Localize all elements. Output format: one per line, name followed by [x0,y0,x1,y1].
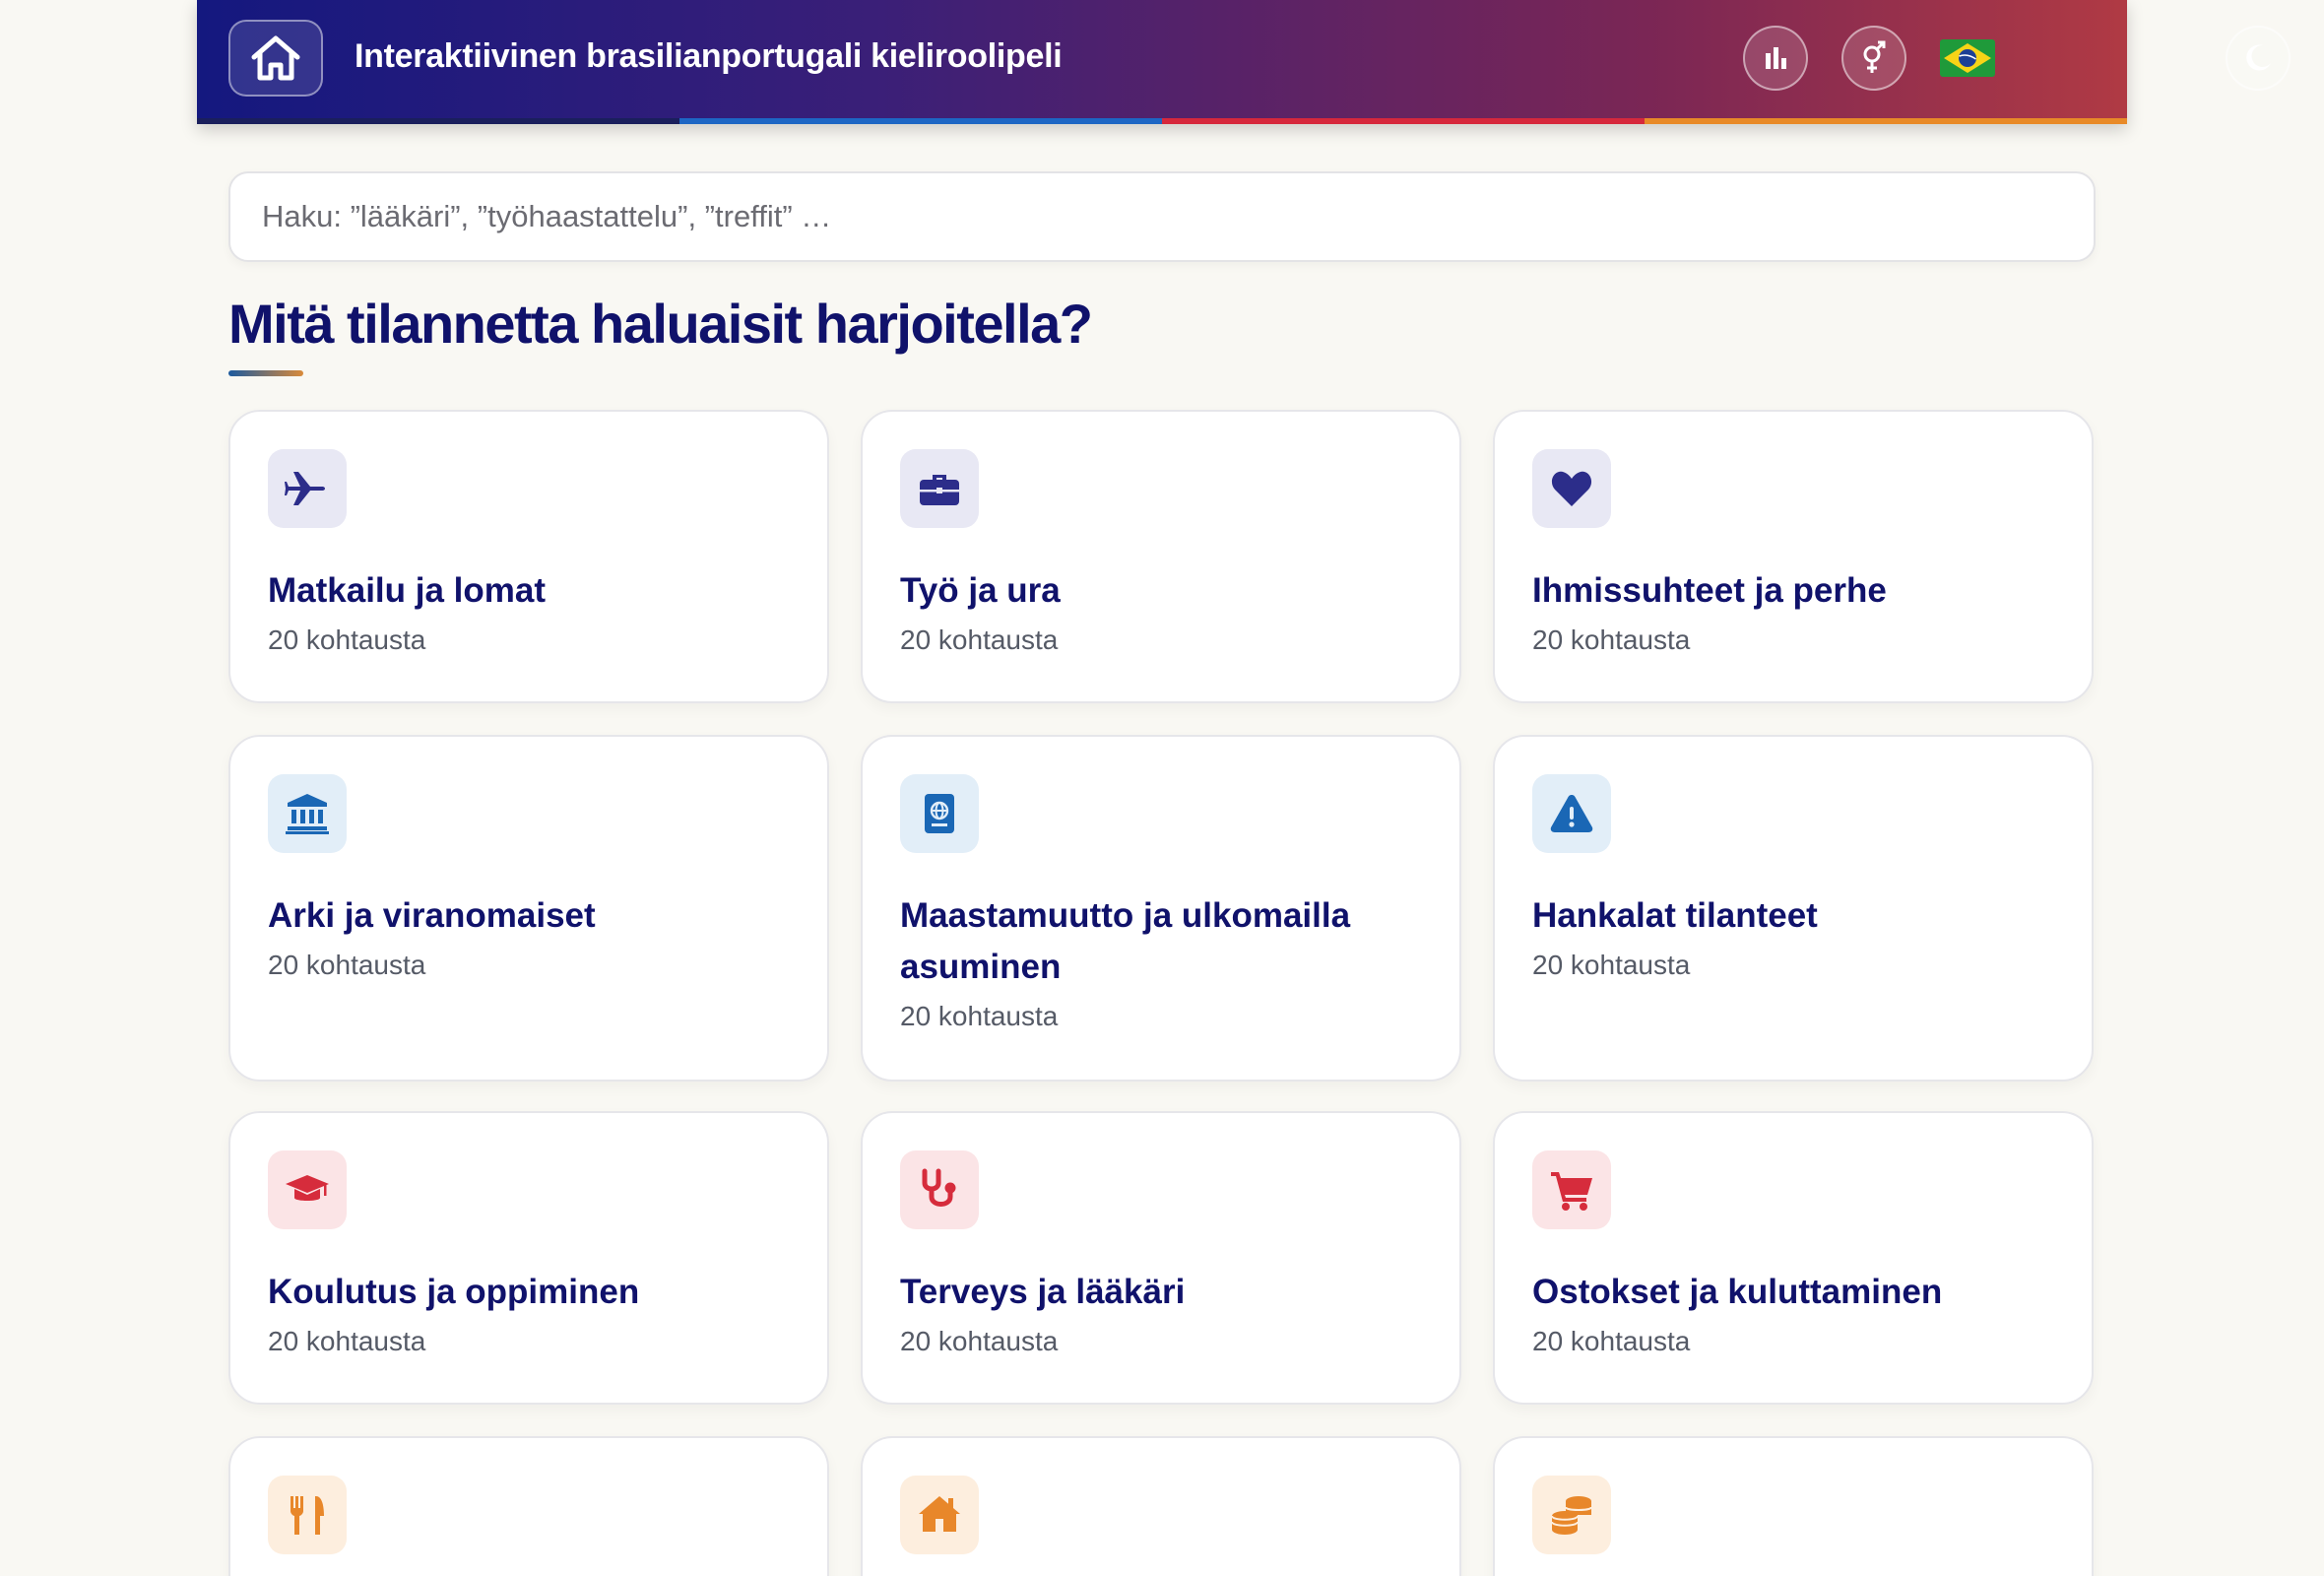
category-count: 20 kohtausta [268,624,426,655]
gender-symbol-icon [1863,40,1886,73]
briefcase-icon [900,449,979,528]
category-card[interactable]: Ihmissuhteet ja perhe 20 kohtausta [1493,410,2094,703]
category-count: 20 kohtausta [1532,950,1691,980]
home-icon [251,35,300,81]
search-input[interactable] [228,171,2096,262]
category-title: Koulutus ja oppiminen [268,1273,640,1311]
heart-icon [1532,449,1611,528]
category-count: 20 kohtausta [900,624,1059,655]
stethoscope-icon [900,1150,979,1229]
category-title: Matkailu ja lomat [268,571,547,610]
brazil-flag-icon[interactable] [1940,39,1995,77]
bar-chart-icon [1766,47,1786,69]
page-title: Mitä tilannetta haluaisit harjoitella? [228,293,1093,355]
airplane-icon [268,449,347,528]
category-count: 20 kohtausta [1532,624,1691,655]
shopping-cart-icon [1532,1150,1611,1229]
category-count: 20 kohtausta [268,950,426,980]
category-card[interactable]: Terveys ja lääkäri 20 kohtausta [861,1111,1461,1405]
category-card[interactable]: Työ ja ura 20 kohtausta [861,410,1461,703]
title-underline [228,370,303,376]
category-title: Terveys ja lääkäri [900,1273,1186,1311]
category-card[interactable] [1493,1436,2094,1576]
passport-icon [900,774,979,853]
category-card[interactable] [861,1436,1461,1576]
warning-icon [1532,774,1611,853]
category-count: 20 kohtausta [1532,1326,1691,1356]
category-title: Hankalat tilanteet [1532,896,1818,935]
gender-button[interactable] [1841,26,1906,91]
category-title: Arki ja viranomaiset [268,896,596,935]
home-button[interactable] [228,20,323,97]
category-count: 20 kohtausta [268,1326,426,1356]
category-title: Ostokset ja kuluttaminen [1532,1273,1943,1311]
category-count: 20 kohtausta [900,1001,1059,1031]
app-title: Interaktiivinen brasilianportugali kieli… [355,37,1063,75]
government-building-icon [268,774,347,853]
category-card[interactable] [228,1436,829,1576]
category-card[interactable]: Arki ja viranomaiset 20 kohtausta [228,735,829,1082]
coins-icon [1532,1476,1611,1554]
category-title: Ihmissuhteet ja perhe [1532,571,1887,610]
category-card[interactable]: Hankalat tilanteet 20 kohtausta [1493,735,2094,1082]
stats-button[interactable] [1743,26,1808,91]
house-icon [900,1476,979,1554]
moon-icon [2246,44,2271,71]
graduation-cap-icon [268,1150,347,1229]
app-header: Interaktiivinen brasilianportugali kieli… [197,0,2291,124]
category-title: Maastamuutto ja ulkomailla asuminen [900,896,1351,986]
theme-toggle-button[interactable] [2226,26,2291,91]
category-card[interactable]: Koulutus ja oppiminen 20 kohtausta [228,1111,829,1405]
category-card[interactable]: Matkailu ja lomat 20 kohtausta [228,410,829,703]
category-count: 20 kohtausta [900,1326,1059,1356]
category-card[interactable]: Maastamuutto ja ulkomailla asuminen 20 ko… [861,735,1461,1082]
fork-knife-icon [268,1476,347,1554]
header-color-stripe [197,118,2127,124]
category-card[interactable]: Ostokset ja kuluttaminen 20 kohtausta [1493,1111,2094,1405]
category-title: Työ ja ura [900,571,1061,610]
